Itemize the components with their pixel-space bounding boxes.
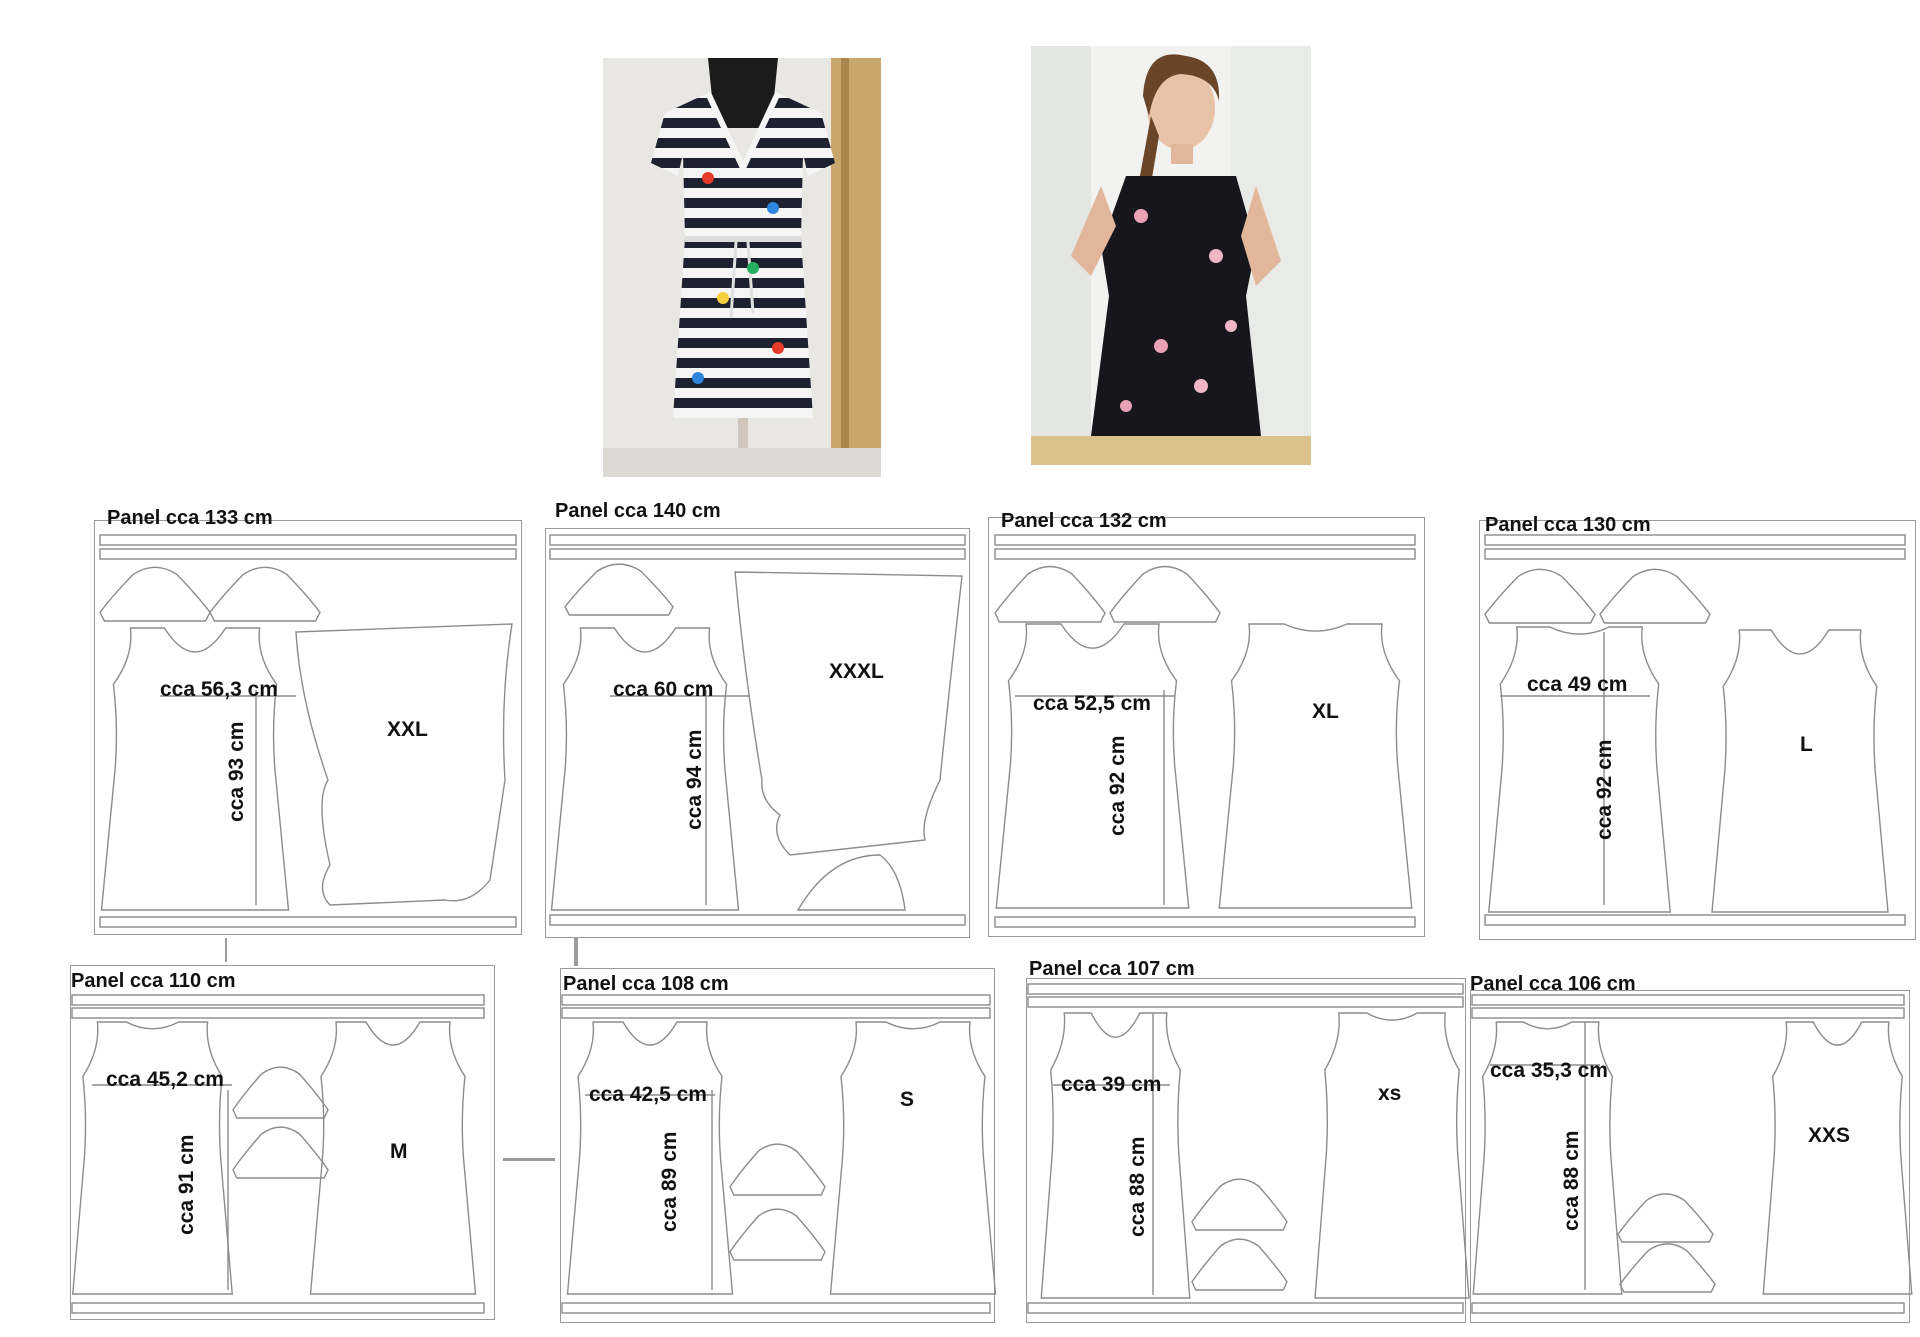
photo-floral-dress [1031, 46, 1311, 465]
panel-l [1479, 520, 1916, 940]
size-label-xxxl: XXXL [829, 660, 884, 683]
width-label-xs: cca 39 cm [1061, 1073, 1162, 1096]
floral-dress-illustration [1031, 46, 1311, 465]
striped-dress-illustration [603, 58, 881, 477]
length-label-l: cca 92 cm [1593, 739, 1616, 840]
photo-striped-dress [603, 58, 881, 477]
width-label-xxs: cca 35,3 cm [1490, 1059, 1608, 1082]
width-label-l: cca 49 cm [1527, 673, 1628, 696]
panel-title-l: Panel cca 130 cm [1485, 514, 1651, 536]
size-label-l: L [1800, 733, 1813, 756]
length-label-xxl: cca 93 cm [225, 721, 248, 822]
length-label-m: cca 91 cm [175, 1134, 198, 1235]
width-label-xxxl: cca 60 cm [613, 678, 714, 701]
panel-title-xl: Panel cca 132 cm [1001, 510, 1167, 532]
panel-xxl [94, 520, 522, 935]
width-label-xxl: cca 56,3 cm [160, 678, 278, 701]
panel-s [560, 968, 995, 1323]
size-label-xxl: XXL [387, 718, 428, 741]
connector-line [574, 938, 578, 966]
width-label-m: cca 45,2 cm [106, 1068, 224, 1091]
panel-xxxl [545, 528, 970, 938]
panel-xxs [1470, 990, 1910, 1323]
panel-title-s: Panel cca 108 cm [563, 973, 729, 995]
size-label-m: M [390, 1140, 408, 1163]
panel-title-xxxl: Panel cca 140 cm [555, 500, 721, 522]
panel-xs [1026, 978, 1466, 1323]
length-label-xxs: cca 88 cm [1560, 1130, 1583, 1231]
panel-title-m: Panel cca 110 cm [71, 970, 236, 992]
connector-line [225, 938, 227, 962]
panel-title-xs: Panel cca 107 cm [1029, 958, 1195, 980]
panel-title-xxl: Panel cca 133 cm [107, 507, 273, 529]
length-label-s: cca 89 cm [658, 1131, 681, 1232]
panel-title-xxs: Panel cca 106 cm [1470, 973, 1636, 995]
size-label-xs: xs [1378, 1082, 1402, 1105]
connector-line [503, 1158, 555, 1161]
length-label-xxxl: cca 94 cm [683, 729, 706, 830]
size-label-xxs: XXS [1808, 1124, 1851, 1147]
panel-m [70, 965, 495, 1320]
size-label-xl: XL [1312, 700, 1339, 723]
width-label-xl: cca 52,5 cm [1033, 692, 1151, 715]
length-label-xs: cca 88 cm [1126, 1136, 1149, 1237]
width-label-s: cca 42,5 cm [589, 1083, 707, 1106]
length-label-xl: cca 92 cm [1106, 735, 1129, 836]
panel-xl [988, 517, 1425, 937]
size-label-s: S [900, 1088, 915, 1111]
